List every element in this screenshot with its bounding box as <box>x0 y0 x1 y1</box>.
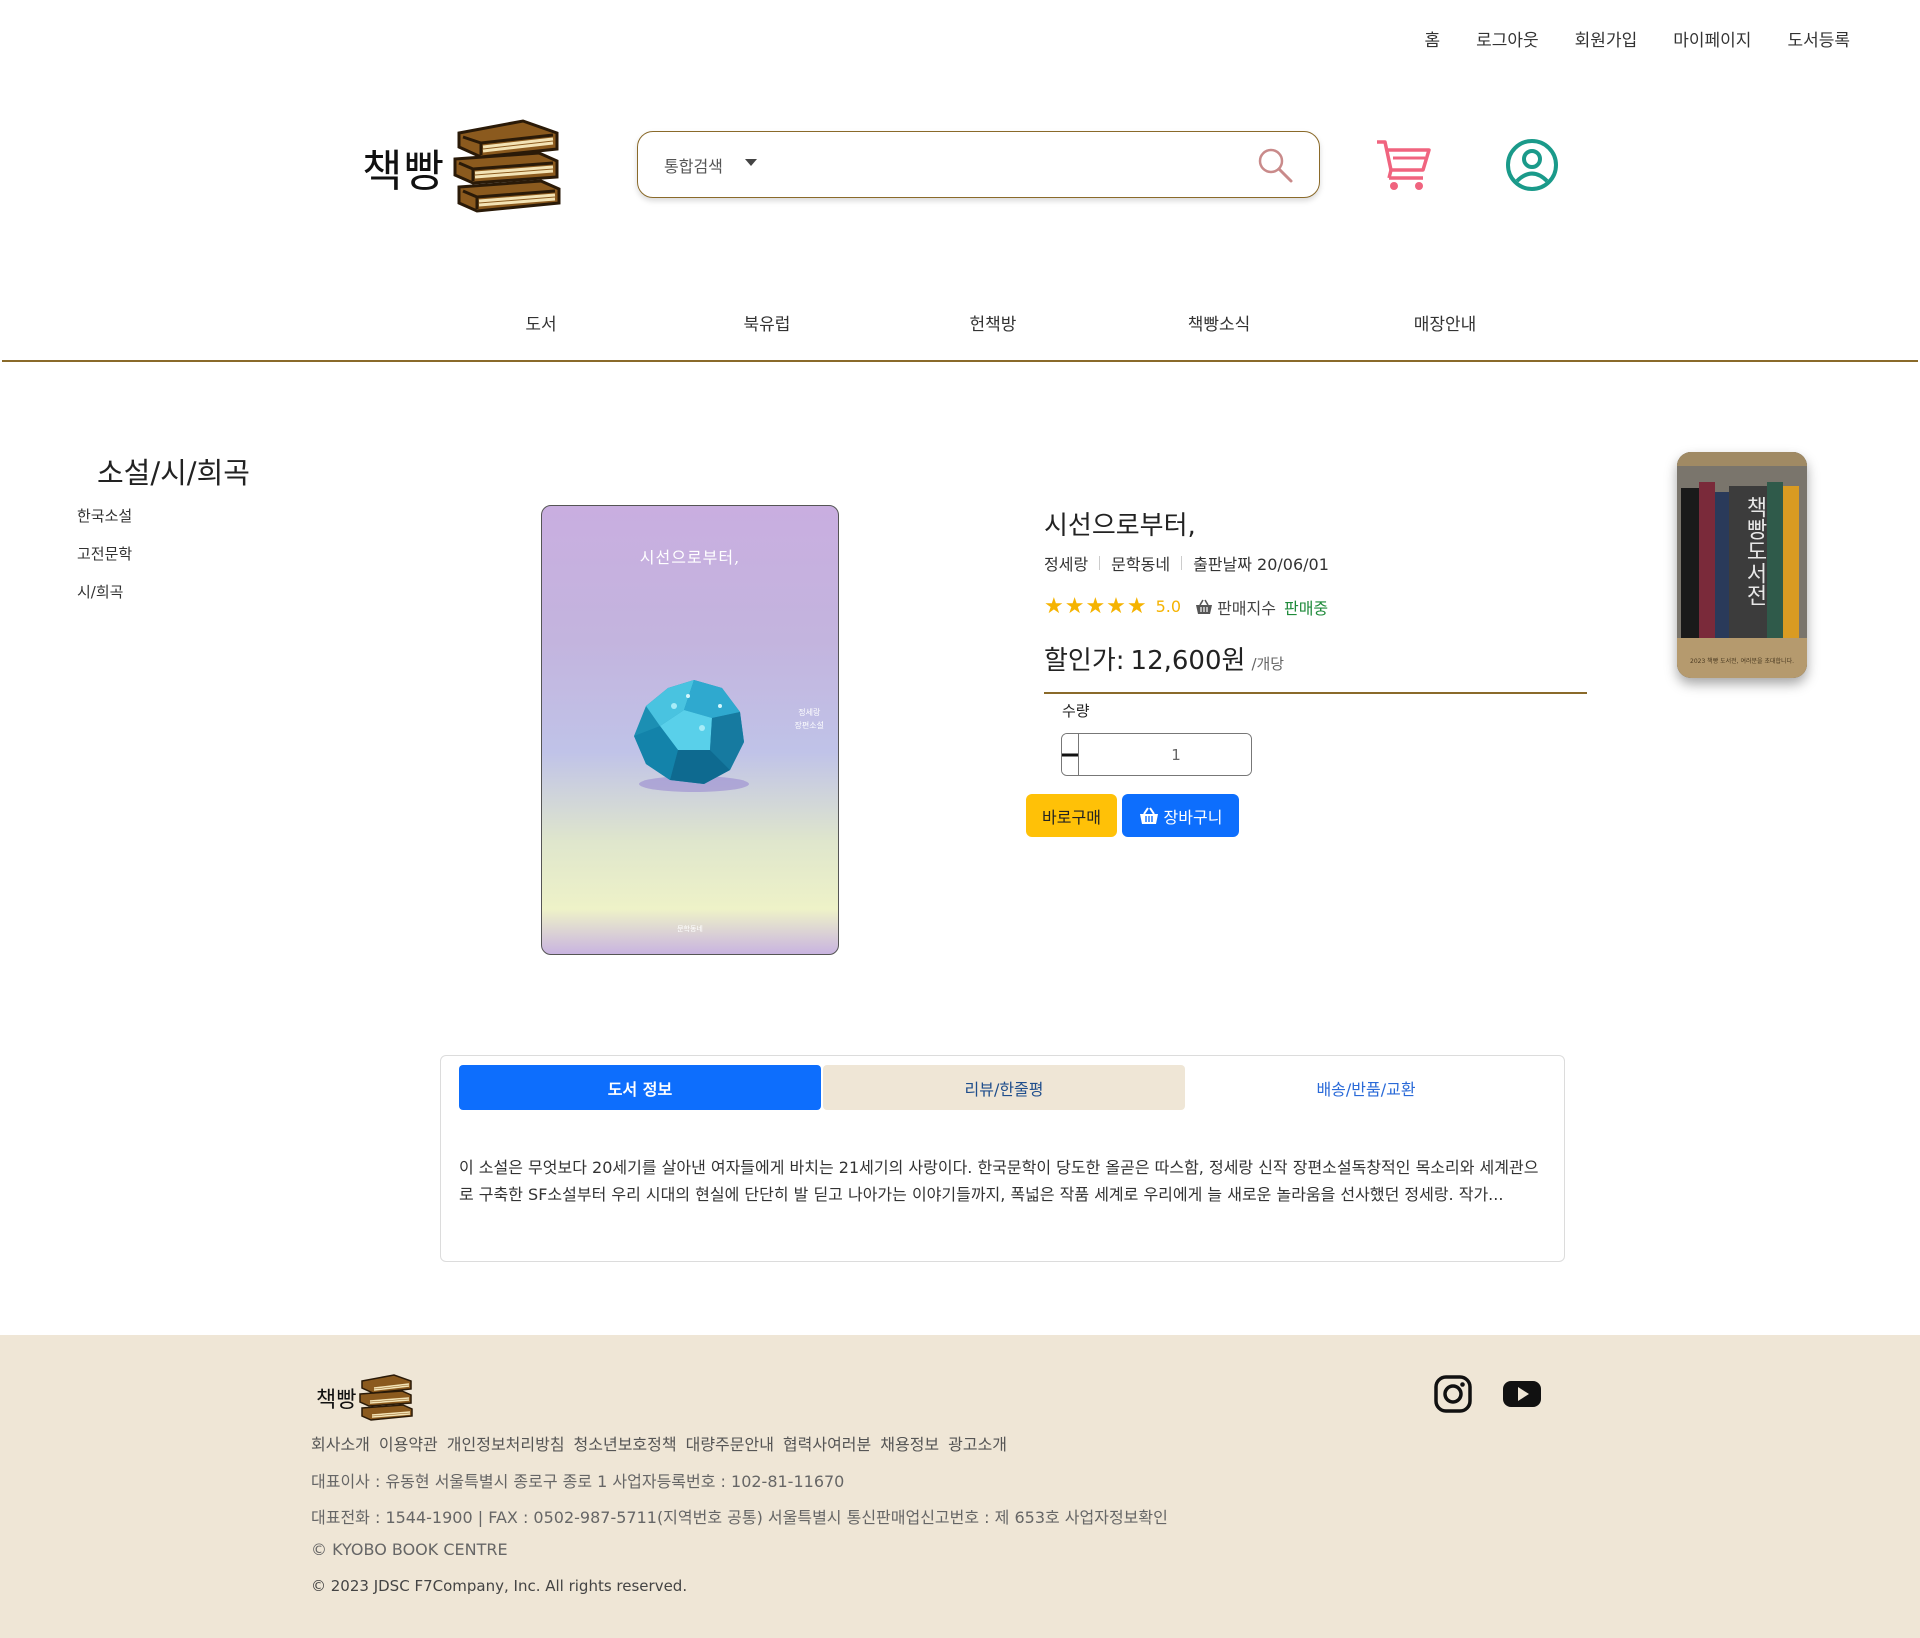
quantity-stepper <box>1061 733 1252 776</box>
meta-separator <box>1181 556 1183 570</box>
footer-copyright-kyobo: © KYOBO BOOK CENTRE <box>311 1540 508 1559</box>
crystal-illustration <box>634 680 749 792</box>
account-button[interactable] <box>1505 138 1559 192</box>
utility-nav: 홈 로그아웃 회원가입 마이페이지 도서등록 <box>1406 26 1868 51</box>
basket-icon <box>1139 806 1158 824</box>
book-pub-date: 출판날짜 20/06/01 <box>1193 555 1329 574</box>
basket-icon <box>1195 599 1213 615</box>
cart-button[interactable] <box>1373 136 1433 192</box>
cover-author: 정세랑 <box>798 708 821 717</box>
footer-link-careers[interactable]: 채용정보 <box>880 1431 939 1455</box>
meta-separator <box>1099 556 1101 570</box>
category-list: 한국소설 고전문학 시/희곡 <box>77 505 132 619</box>
books-stack-icon <box>359 1374 414 1421</box>
price-row: 할인가: 12,600원 /개당 <box>1044 640 1284 677</box>
sales-index-label: 판매지수 <box>1217 598 1276 618</box>
book-publisher[interactable]: 문학동네 <box>1111 551 1170 575</box>
util-nav-mypage[interactable]: 마이페이지 <box>1655 26 1769 51</box>
price-unit: /개당 <box>1251 655 1285 673</box>
book-title: 시선으로부터, <box>1044 511 1196 541</box>
detail-tab-panel: 도서 정보 리뷰/한줄평 배송/반품/교환 이 소설은 무엇보다 20세기를 살… <box>440 1055 1565 1262</box>
main-nav-store-info[interactable]: 매장안내 <box>1332 310 1558 335</box>
tab-book-info[interactable]: 도서 정보 <box>459 1065 821 1110</box>
book-author[interactable]: 정세랑 <box>1044 551 1088 575</box>
book-fair-banner[interactable]: 책빵도서전 2023 책빵 도서전, 여러분을 초대합니다. <box>1677 452 1807 678</box>
books-stack-icon <box>453 119 561 213</box>
price-label: 할인가: <box>1044 646 1125 676</box>
user-circle-icon <box>1506 139 1558 191</box>
banner-title: 책빵도서전 <box>1742 496 1767 606</box>
footer-logo[interactable]: 책빵 <box>316 1373 414 1423</box>
footer-link-advertising[interactable]: 광고소개 <box>948 1431 1007 1455</box>
tab-shipping-returns[interactable]: 배송/반품/교환 <box>1185 1065 1547 1110</box>
instagram-link[interactable] <box>1434 1375 1472 1413</box>
util-nav-home[interactable]: 홈 <box>1406 26 1458 51</box>
site-footer: 책빵 회사소개 이용약관 개인정보처리방침 청소년보호정책 대량주문안내 협력사… <box>0 1335 1920 1638</box>
footer-links: 회사소개 이용약관 개인정보처리방침 청소년보호정책 대량주문안내 협력사여러분… <box>311 1431 1016 1455</box>
add-to-cart-button[interactable]: 장바구니 <box>1122 794 1239 837</box>
book-description: 이 소설은 무엇보다 20세기를 살아낸 여자들에게 바치는 21세기의 사랑이… <box>459 1158 1539 1204</box>
category-item-classics[interactable]: 고전문학 <box>77 543 132 564</box>
cover-title: 시선으로부터, <box>639 548 741 567</box>
main-nav-used-books[interactable]: 헌책방 <box>880 310 1106 335</box>
site-logo-text: 책빵 <box>362 146 445 197</box>
footer-link-company[interactable]: 회사소개 <box>311 1431 370 1455</box>
category-item-korean-novel[interactable]: 한국소설 <box>77 505 132 526</box>
minus-icon <box>1062 753 1078 756</box>
banner-caption: 2023 책빵 도서전, 여러분을 초대합니다. <box>1690 658 1794 665</box>
youtube-link[interactable] <box>1502 1375 1542 1413</box>
category-title: 소설/시/희곡 <box>97 456 250 490</box>
price-value: 12,600원 <box>1130 646 1246 676</box>
quantity-input[interactable] <box>1078 734 1251 775</box>
price-divider <box>1044 692 1587 694</box>
footer-link-terms[interactable]: 이용약관 <box>379 1431 438 1455</box>
caret-down-icon <box>744 159 757 166</box>
category-item-poetry-drama[interactable]: 시/희곡 <box>77 581 132 602</box>
main-nav-books[interactable]: 도서 <box>428 310 654 335</box>
nav-divider <box>2 360 1918 362</box>
star-rating-icon: ★★★★★ <box>1044 594 1148 619</box>
search-input[interactable] <box>774 132 1245 197</box>
rating-row: ★★★★★ 5.0 판매지수 판매중 <box>1044 594 1328 619</box>
footer-ceo-info: 대표이사 : 유동현 서울특별시 종로구 종로 1 사업자등록번호 : 102-… <box>311 1472 845 1491</box>
rating-score: 5.0 <box>1155 597 1182 616</box>
book-cover-image: 시선으로부터, 정세랑 장편소설 문학동네 <box>541 505 839 955</box>
footer-logo-text: 책빵 <box>316 1388 357 1413</box>
search-bar: 통합검색 <box>637 131 1320 198</box>
quantity-decrease-button[interactable] <box>1062 734 1078 775</box>
instagram-icon <box>1434 1375 1472 1413</box>
main-nav: 도서 북유럽 헌책방 책빵소식 매장안내 <box>428 310 1558 335</box>
shopping-cart-icon <box>1377 140 1431 190</box>
detail-tabs: 도서 정보 리뷰/한줄평 배송/반품/교환 <box>459 1065 1547 1110</box>
util-nav-signup[interactable]: 회원가입 <box>1557 26 1656 51</box>
main-nav-northern-europe[interactable]: 북유럽 <box>654 310 880 335</box>
main-nav-news[interactable]: 책빵소식 <box>1106 310 1332 335</box>
add-to-cart-label: 장바구니 <box>1163 807 1223 827</box>
footer-contact-info: 대표전화 : 1544-1900 | FAX : 0502-987-5711(지… <box>311 1508 1168 1527</box>
buy-now-button[interactable]: 바로구매 <box>1026 794 1117 837</box>
footer-link-privacy[interactable]: 개인정보처리방침 <box>447 1431 565 1455</box>
tab-reviews[interactable]: 리뷰/한줄평 <box>823 1065 1185 1110</box>
quantity-label: 수량 <box>1062 702 1090 720</box>
footer-link-bulk-order[interactable]: 대량주문안내 <box>686 1431 774 1455</box>
footer-link-youth-policy[interactable]: 청소년보호정책 <box>574 1431 677 1455</box>
cover-genre: 장편소설 <box>794 721 824 730</box>
site-logo[interactable]: 책빵 <box>362 112 592 222</box>
search-button[interactable] <box>1245 135 1305 195</box>
footer-copyright: © 2023 JDSC F7Company, Inc. All rights r… <box>311 1577 688 1595</box>
search-type-select[interactable]: 통합검색 <box>664 153 757 177</box>
cover-publisher: 문학동네 <box>677 925 703 933</box>
footer-link-partners[interactable]: 협력사여러분 <box>783 1431 871 1455</box>
cover-side-text: 정세랑 장편소설 <box>795 706 824 732</box>
book-meta: 정세랑 문학동네 출판날짜 20/06/01 <box>1044 551 1329 575</box>
util-nav-logout[interactable]: 로그아웃 <box>1458 26 1557 51</box>
sales-status: 판매중 <box>1283 598 1329 618</box>
search-icon <box>1258 148 1293 182</box>
youtube-icon <box>1503 1381 1541 1407</box>
search-type-label: 통합검색 <box>664 156 723 176</box>
util-nav-register-book[interactable]: 도서등록 <box>1769 26 1868 51</box>
